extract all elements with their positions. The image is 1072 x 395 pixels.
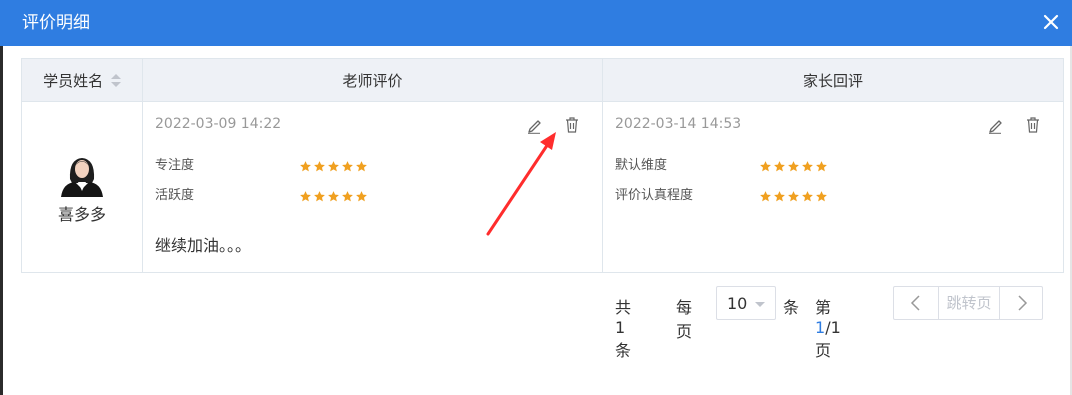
star-icon [802, 191, 813, 202]
jump-page-input[interactable]: 跳转页 [939, 287, 1000, 319]
prev-page-button[interactable] [894, 287, 939, 319]
star-icon [328, 161, 339, 172]
parent-item-label: 默认维度 [615, 158, 668, 173]
star-icon [300, 161, 311, 172]
dialog-title: 评价明细 [22, 13, 90, 33]
star-icon [816, 161, 827, 172]
parent-eval-date: 2022-03-14 14:53 [615, 116, 742, 132]
page-indicator: 第1/1页 [815, 294, 841, 361]
sort-icon[interactable] [110, 74, 121, 88]
page-prefix: 第 [815, 298, 832, 317]
annotation-arrow [486, 132, 556, 236]
star-icon [356, 161, 367, 172]
teacher-comment: 继续加油。。。 [155, 236, 252, 255]
page-size-value: 10 [727, 294, 748, 313]
star-icon [314, 191, 325, 202]
parent-item-stars [759, 160, 828, 174]
left-edge-strip [0, 46, 3, 395]
next-page-button[interactable] [1000, 287, 1044, 319]
star-icon [774, 191, 785, 202]
student-cell: 喜多多 [21, 101, 143, 273]
star-icon [774, 161, 785, 172]
page-size-select[interactable]: 10 [716, 286, 776, 320]
current-page: 1 [815, 318, 826, 337]
star-icon [802, 161, 813, 172]
star-icon [760, 161, 771, 172]
per-page-unit: 条 [783, 298, 800, 317]
teacher-item-stars [299, 160, 368, 174]
delete-icon[interactable] [1025, 116, 1041, 134]
chevron-down-icon [755, 302, 765, 307]
per-page-label: 每页 [676, 298, 693, 341]
dialog-titlebar: 评价明细 [0, 0, 1072, 46]
star-icon [342, 161, 353, 172]
close-icon[interactable] [1040, 11, 1062, 33]
parent-eval-cell: 2022-03-14 14:53 默认维度 评价认真程度 [602, 101, 1064, 273]
edit-icon[interactable] [987, 116, 1003, 134]
star-icon [328, 191, 339, 202]
header-student-label: 学员姓名 [43, 71, 104, 90]
star-icon [788, 161, 799, 172]
star-icon [788, 191, 799, 202]
page-nav: 跳转页 [893, 286, 1043, 320]
table-header-row: 学员姓名 老师评价 家长回评 [21, 58, 1064, 102]
star-icon [300, 191, 311, 202]
parent-item-label: 评价认真程度 [615, 188, 694, 203]
header-parent-eval: 家长回评 [602, 58, 1064, 102]
avatar [59, 149, 105, 197]
header-teacher-eval: 老师评价 [142, 58, 603, 102]
star-icon [342, 191, 353, 202]
star-icon [356, 191, 367, 202]
star-icon [760, 191, 771, 202]
teacher-item-label: 专注度 [155, 158, 195, 173]
teacher-item-label: 活跃度 [155, 188, 195, 203]
student-name: 喜多多 [57, 205, 106, 224]
total-count: 共1条 [615, 298, 632, 360]
star-icon [816, 191, 827, 202]
teacher-item-stars [299, 190, 368, 204]
star-icon [314, 161, 325, 172]
teacher-eval-date: 2022-03-09 14:22 [155, 116, 282, 132]
parent-item-stars [759, 190, 828, 204]
header-student-name[interactable]: 学员姓名 [21, 58, 143, 102]
